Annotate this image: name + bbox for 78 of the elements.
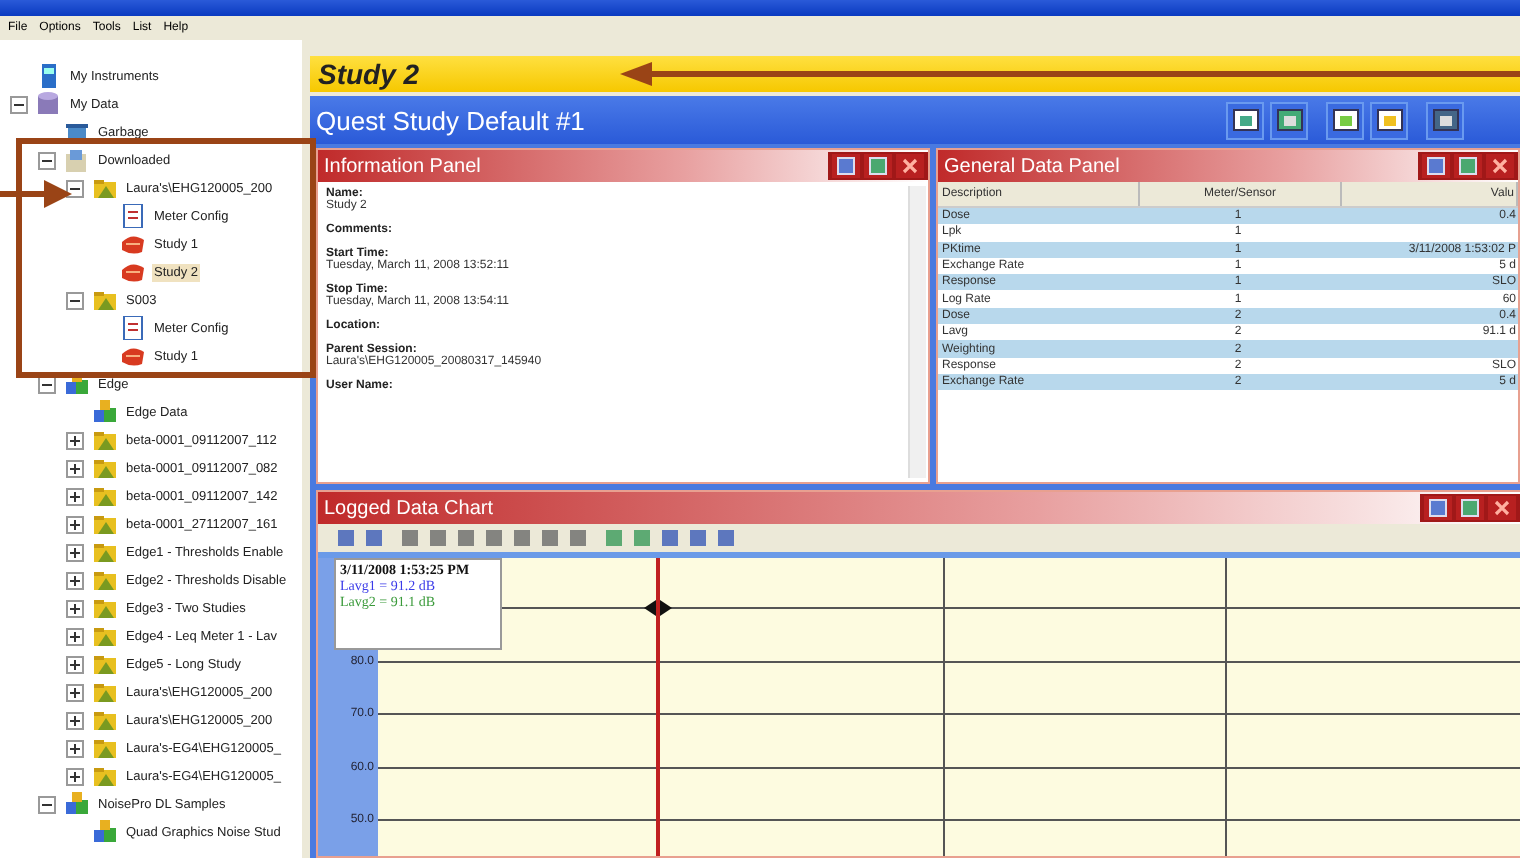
check-icon bbox=[1460, 498, 1480, 518]
folder-icon bbox=[92, 540, 118, 564]
blocks-icon bbox=[92, 400, 118, 424]
panel-button[interactable] bbox=[864, 154, 892, 178]
folder-icon bbox=[92, 512, 118, 536]
folder-icon bbox=[92, 624, 118, 648]
expand-toggle[interactable] bbox=[66, 627, 84, 645]
expand-toggle[interactable] bbox=[66, 599, 84, 617]
panel-button[interactable] bbox=[1486, 154, 1514, 178]
folder-icon bbox=[92, 176, 118, 200]
collapse-toggle[interactable] bbox=[38, 151, 56, 169]
collapse-toggle[interactable] bbox=[10, 95, 28, 113]
expand-toggle[interactable] bbox=[66, 515, 84, 533]
scrollbar[interactable] bbox=[908, 186, 926, 478]
folder-icon bbox=[92, 568, 118, 592]
expand-toggle[interactable] bbox=[66, 431, 84, 449]
folder-icon bbox=[92, 652, 118, 676]
close-icon bbox=[1492, 498, 1512, 518]
blocks-icon bbox=[92, 820, 118, 844]
panel-title: General Data Panel bbox=[942, 155, 1120, 177]
folder-icon bbox=[92, 428, 118, 452]
toolbar-button[interactable] bbox=[1226, 101, 1264, 139]
window-icon bbox=[1231, 106, 1259, 134]
database-icon bbox=[36, 92, 62, 116]
collapse-toggle[interactable] bbox=[38, 795, 56, 813]
panel-title: Information Panel bbox=[322, 155, 481, 177]
study-icon bbox=[120, 344, 146, 368]
panel-button[interactable] bbox=[896, 154, 924, 178]
expand-toggle[interactable] bbox=[66, 459, 84, 477]
meter-icon bbox=[36, 64, 62, 88]
panel-button[interactable] bbox=[832, 154, 860, 178]
check-icon bbox=[1458, 156, 1478, 176]
close-icon bbox=[1490, 156, 1510, 176]
document-icon bbox=[120, 204, 146, 228]
study-title: Study 2 bbox=[318, 58, 420, 90]
window-icon bbox=[1426, 156, 1446, 176]
toolbar-button[interactable] bbox=[1370, 101, 1408, 139]
panel-button[interactable] bbox=[1422, 154, 1450, 178]
panel-button[interactable] bbox=[1456, 496, 1484, 520]
toolbar-button[interactable] bbox=[1426, 101, 1464, 139]
window-icon bbox=[836, 156, 856, 176]
check-icon bbox=[868, 156, 888, 176]
expand-toggle[interactable] bbox=[66, 543, 84, 561]
box-icon bbox=[64, 148, 90, 172]
blocks-icon bbox=[64, 792, 90, 816]
panel-title: Logged Data Chart bbox=[322, 497, 494, 519]
folder-icon bbox=[92, 736, 118, 760]
study-icon bbox=[120, 232, 146, 256]
toolbar-button[interactable] bbox=[1326, 101, 1364, 139]
expand-toggle[interactable] bbox=[66, 487, 84, 505]
panel-button[interactable] bbox=[1488, 496, 1516, 520]
toolbar-button[interactable] bbox=[1270, 101, 1308, 139]
study-icon bbox=[120, 260, 146, 284]
folder-icon bbox=[92, 708, 118, 732]
folder-icon bbox=[92, 484, 118, 508]
blocks-icon bbox=[64, 372, 90, 396]
expand-toggle[interactable] bbox=[66, 655, 84, 673]
header-title: Quest Study Default #1 bbox=[316, 105, 585, 135]
folder-icon bbox=[92, 764, 118, 788]
document-icon bbox=[120, 316, 146, 340]
collapse-toggle[interactable] bbox=[66, 291, 84, 309]
window-icon bbox=[1428, 498, 1448, 518]
cursor-handle-icon bbox=[644, 600, 672, 616]
expand-toggle[interactable] bbox=[66, 683, 84, 701]
close-icon bbox=[900, 156, 920, 176]
expand-toggle[interactable] bbox=[66, 571, 84, 589]
panel-button[interactable] bbox=[1424, 496, 1452, 520]
expand-toggle[interactable] bbox=[66, 739, 84, 757]
annotation-arrow bbox=[0, 180, 72, 208]
panel-button[interactable] bbox=[1454, 154, 1482, 178]
folder-icon bbox=[92, 456, 118, 480]
folder-icon bbox=[92, 680, 118, 704]
collapse-toggle[interactable] bbox=[66, 179, 84, 197]
folder-icon bbox=[92, 596, 118, 620]
folder-icon bbox=[92, 288, 118, 312]
expand-toggle[interactable] bbox=[66, 711, 84, 729]
expand-toggle[interactable] bbox=[66, 767, 84, 785]
collapse-toggle[interactable] bbox=[38, 375, 56, 393]
